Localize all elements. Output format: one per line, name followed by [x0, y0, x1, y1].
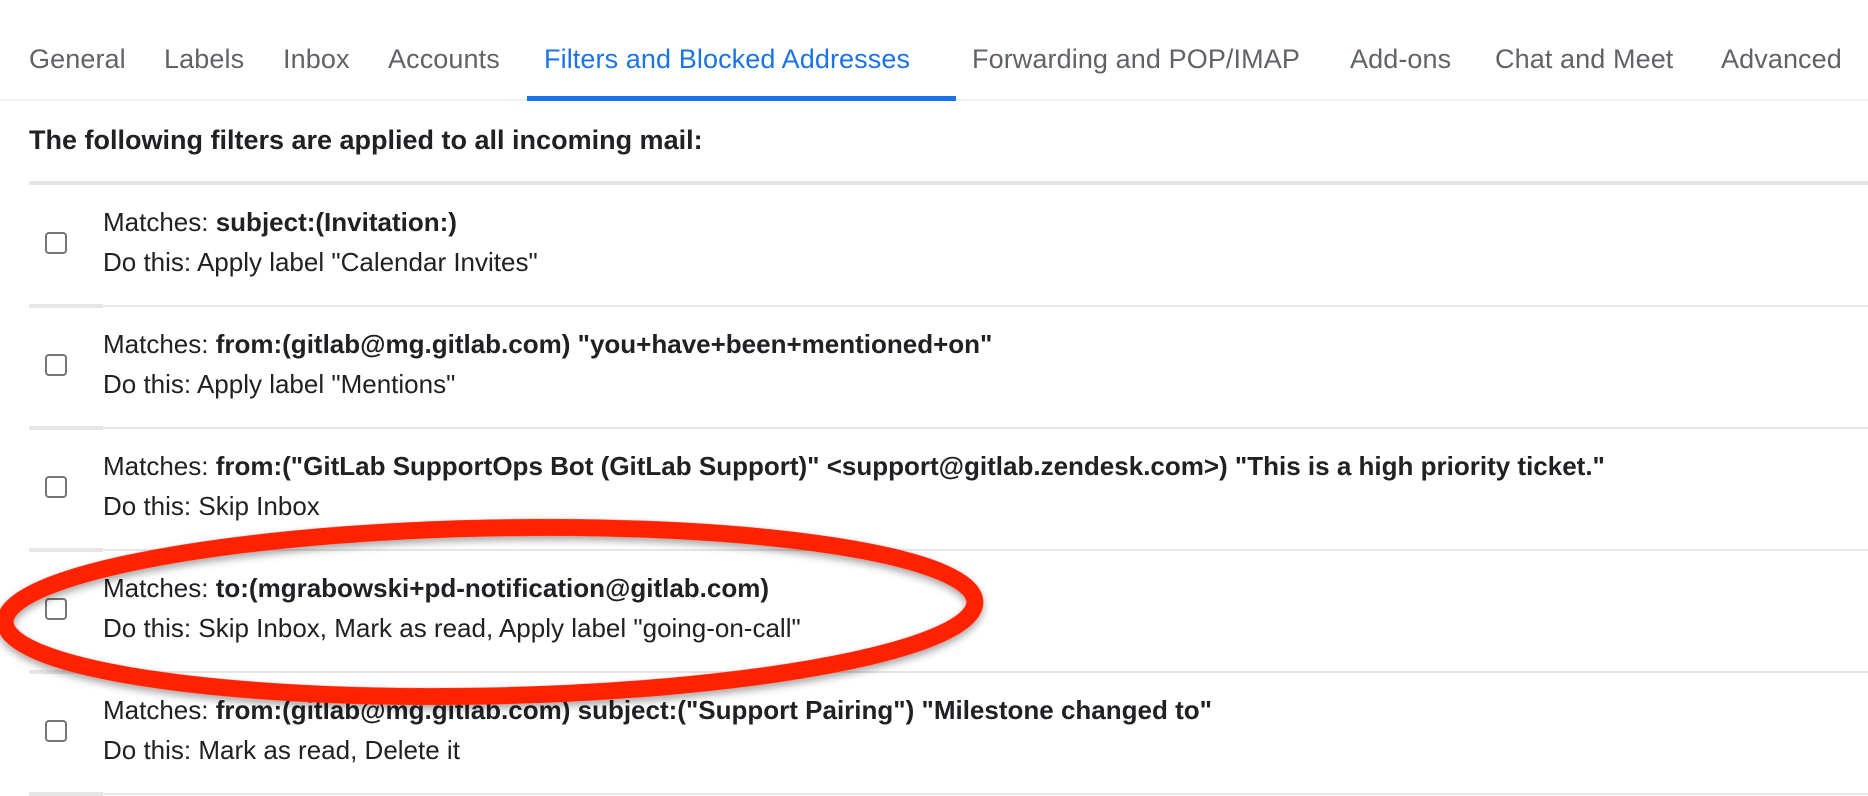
- do-this-label: Do this:: [103, 613, 199, 643]
- tab-accounts[interactable]: Accounts: [388, 44, 500, 75]
- do-this-label: Do this:: [103, 491, 199, 521]
- filter-matches-line: Matches: from:("GitLab SupportOps Bot (G…: [103, 451, 1605, 482]
- tab-add-ons[interactable]: Add-ons: [1350, 44, 1451, 75]
- tab-general[interactable]: General: [29, 44, 126, 75]
- filter-criteria: from:(gitlab@mg.gitlab.com) subject:("Su…: [215, 695, 1212, 725]
- do-this-label: Do this:: [103, 735, 199, 765]
- filter-action-line: Do this: Mark as read, Delete it: [103, 735, 460, 766]
- filter-action: Apply label "Calendar Invites": [196, 247, 538, 277]
- row-divider: [29, 792, 1868, 796]
- tab-filters-and-blocked-addresses[interactable]: Filters and Blocked Addresses: [544, 44, 910, 75]
- active-tab-indicator: [527, 96, 956, 101]
- filter-action-line: Do this: Apply label "Mentions": [103, 369, 455, 400]
- filter-criteria: subject:(Invitation:): [215, 207, 457, 237]
- matches-label: Matches:: [103, 207, 216, 237]
- tab-inbox[interactable]: Inbox: [283, 44, 350, 75]
- filter-action-line: Do this: Skip Inbox, Mark as read, Apply…: [103, 613, 801, 644]
- settings-tab-bar: General Labels Inbox Accounts Filters an…: [0, 0, 1868, 101]
- tab-labels[interactable]: Labels: [164, 44, 244, 75]
- filter-action: Skip Inbox, Mark as read, Apply label "g…: [198, 613, 801, 643]
- do-this-label: Do this:: [103, 369, 197, 399]
- filter-checkbox[interactable]: [45, 598, 67, 620]
- matches-label: Matches:: [103, 329, 216, 359]
- row-divider-accent: [29, 792, 103, 796]
- filter-matches-line: Matches: from:(gitlab@mg.gitlab.com) sub…: [103, 695, 1212, 726]
- filter-checkbox[interactable]: [45, 476, 67, 498]
- filter-row: Matches: subject:(Invitation:) Do this: A…: [29, 185, 1868, 308]
- filter-action-line: Do this: Skip Inbox: [103, 491, 320, 522]
- filter-matches-line: Matches: to:(mgrabowski+pd-notification@…: [103, 573, 769, 604]
- filter-row: Matches: from:(gitlab@mg.gitlab.com) "yo…: [29, 307, 1868, 430]
- filter-criteria: from:("GitLab SupportOps Bot (GitLab Sup…: [215, 451, 1605, 481]
- filter-row: Matches: from:(gitlab@mg.gitlab.com) sub…: [29, 673, 1868, 796]
- filters-intro-heading: The following filters are applied to all…: [29, 125, 703, 155]
- filter-action: Mark as read, Delete it: [198, 735, 460, 765]
- filter-matches-line: Matches: subject:(Invitation:): [103, 207, 457, 238]
- filter-criteria: from:(gitlab@mg.gitlab.com) "you+have+be…: [215, 329, 993, 359]
- filter-row: Matches: from:("GitLab SupportOps Bot (G…: [29, 429, 1868, 552]
- tab-advanced[interactable]: Advanced: [1721, 44, 1842, 75]
- do-this-label: Do this:: [103, 247, 197, 277]
- filter-action: Apply label "Mentions": [196, 369, 456, 399]
- filter-matches-line: Matches: from:(gitlab@mg.gitlab.com) "yo…: [103, 329, 992, 360]
- tab-forwarding-and-pop-imap[interactable]: Forwarding and POP/IMAP: [972, 44, 1300, 75]
- matches-label: Matches:: [103, 695, 216, 725]
- filter-checkbox[interactable]: [45, 720, 67, 742]
- filter-criteria: to:(mgrabowski+pd-notification@gitlab.co…: [215, 573, 770, 603]
- filter-action-line: Do this: Apply label "Calendar Invites": [103, 247, 538, 278]
- filter-checkbox[interactable]: [45, 232, 67, 254]
- matches-label: Matches:: [103, 451, 216, 481]
- tab-chat-and-meet[interactable]: Chat and Meet: [1495, 44, 1673, 75]
- matches-label: Matches:: [103, 573, 216, 603]
- filter-checkbox[interactable]: [45, 354, 67, 376]
- filter-action: Skip Inbox: [198, 491, 320, 521]
- filter-row: Matches: to:(mgrabowski+pd-notification@…: [29, 551, 1868, 674]
